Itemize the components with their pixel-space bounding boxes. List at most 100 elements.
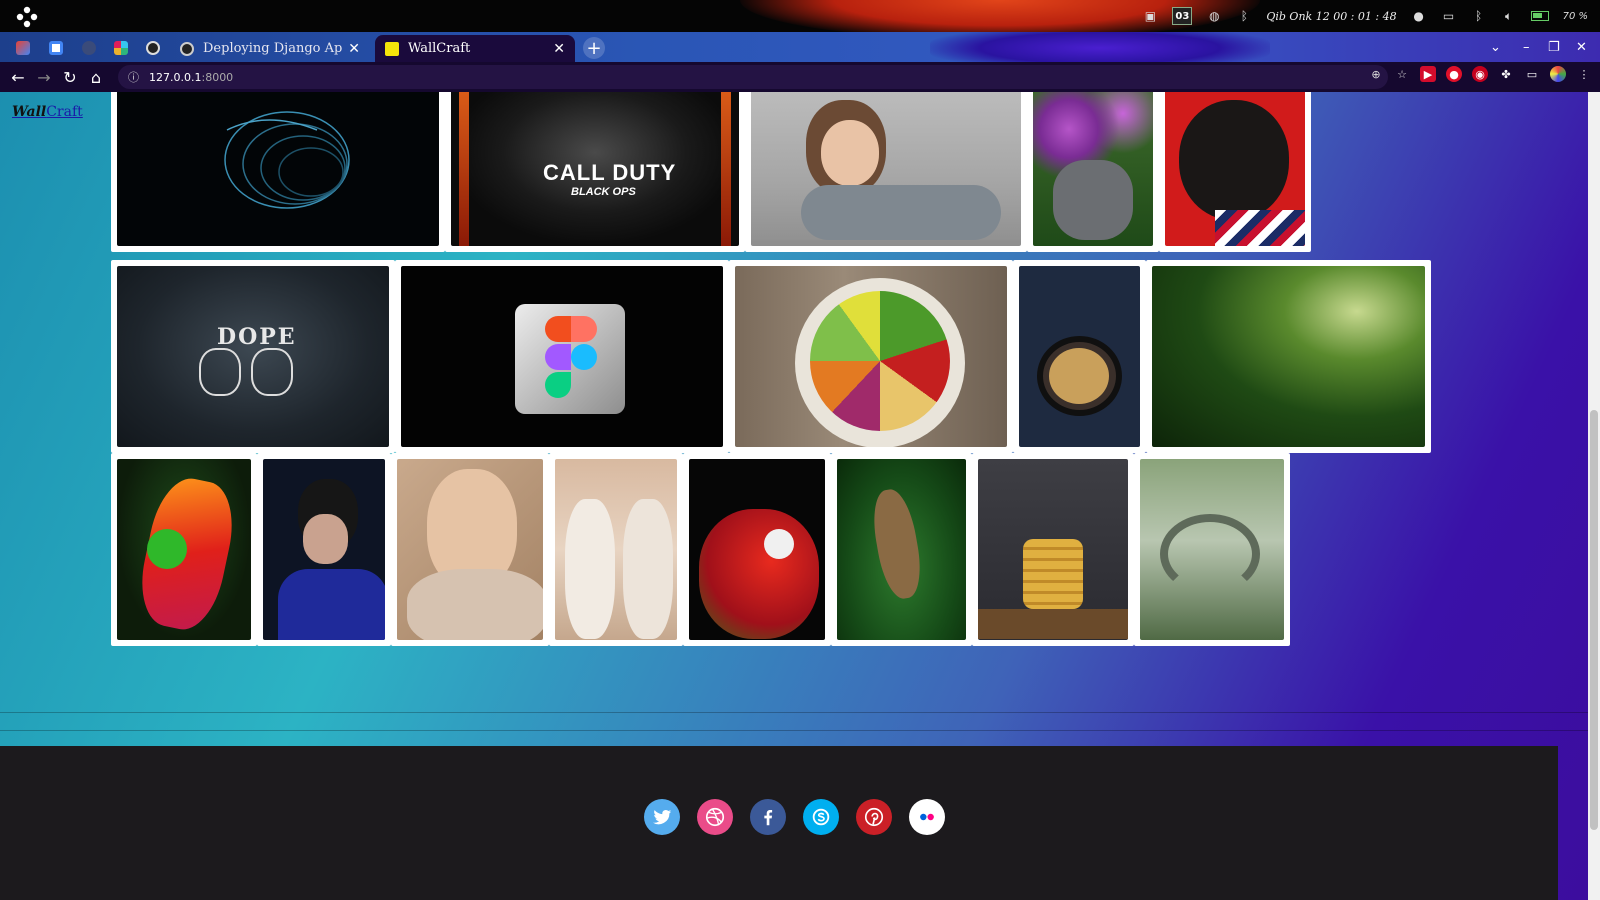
screencast-icon[interactable]: ▣ xyxy=(1142,8,1158,24)
bookmark-star-icon[interactable]: ☆ xyxy=(1394,66,1410,82)
pinterest-icon xyxy=(864,807,884,827)
tab-wallcraft[interactable]: WallCraft ✕ xyxy=(375,35,575,62)
wallpaper-blueberry-oats xyxy=(1019,266,1140,447)
back-icon[interactable]: ← xyxy=(5,64,31,90)
address-bar[interactable]: ⓘ 127.0.0.1:8000 xyxy=(118,65,1388,89)
wallpaper-card[interactable] xyxy=(972,453,1134,646)
wallpaper-card[interactable] xyxy=(1146,260,1431,453)
wallpaper-dope-hands: DOPE xyxy=(117,266,389,447)
github-icon xyxy=(146,41,160,55)
calendar-app-icon xyxy=(49,41,63,55)
extension-red-round-icon[interactable]: ● xyxy=(1446,66,1462,82)
url-host: 127.0.0.1 xyxy=(149,70,202,84)
wallpaper-card[interactable] xyxy=(257,453,391,646)
wallpaper-stone-bridge xyxy=(1140,459,1284,640)
pinned-tab-slack[interactable] xyxy=(108,37,134,59)
extension-red-circle-icon[interactable]: ◉ xyxy=(1472,66,1488,82)
os-menu-icon[interactable] xyxy=(16,6,38,28)
network-icon[interactable]: ◍ xyxy=(1206,8,1222,24)
tab-deploying-django[interactable]: Deploying Django Applicat ✕ xyxy=(170,35,370,62)
wallpaper-card[interactable] xyxy=(1134,453,1290,646)
close-window-icon[interactable]: ✕ xyxy=(1576,40,1587,55)
tab-title: Deploying Django Applicat xyxy=(203,41,343,56)
wallpaper-card[interactable] xyxy=(729,260,1013,453)
tab-search-icon[interactable]: ⌄ xyxy=(1490,40,1501,55)
wallpaper-card[interactable] xyxy=(395,260,729,453)
gallery-row xyxy=(111,453,1290,646)
facebook-icon xyxy=(764,809,773,826)
dribbble-link[interactable] xyxy=(697,799,733,835)
wallpaper-card[interactable] xyxy=(683,453,831,646)
pinterest-link[interactable] xyxy=(856,799,892,835)
cod-subtitle: BLACK OPS xyxy=(571,186,636,198)
bluetooth-icon[interactable]: ᛒ xyxy=(1236,8,1252,24)
restore-icon[interactable]: ❐ xyxy=(1548,40,1560,55)
close-tab-icon[interactable]: ✕ xyxy=(553,41,565,57)
cast-icon[interactable]: ▭ xyxy=(1524,66,1540,82)
wallpaper-card[interactable]: CALL DUTY BLACK OPS xyxy=(445,92,745,252)
pinned-tab-calendar[interactable] xyxy=(43,37,69,59)
wallpaper-card[interactable] xyxy=(1027,92,1159,252)
profile-avatar[interactable] xyxy=(1550,66,1566,82)
twitter-link[interactable] xyxy=(644,799,680,835)
wallpaper-figma-logo xyxy=(401,266,723,447)
facebook-link[interactable] xyxy=(750,799,786,835)
divider xyxy=(0,730,1588,731)
wallpaper-salad-bowl xyxy=(735,266,1007,447)
extension-red-square-icon[interactable]: ▶ xyxy=(1420,66,1436,82)
pinned-tab-generic[interactable] xyxy=(76,37,102,59)
twitter-icon xyxy=(652,809,672,825)
minimize-icon[interactable]: – xyxy=(1523,40,1530,55)
new-tab-button[interactable]: + xyxy=(583,37,605,59)
close-tab-icon[interactable]: ✕ xyxy=(348,41,360,57)
wallpaper-abstract-spiral xyxy=(117,92,439,246)
site-brand-link[interactable]: WallCraft xyxy=(12,104,83,120)
scrollbar-thumb[interactable] xyxy=(1590,410,1598,830)
dope-text: DOPE xyxy=(217,324,297,350)
zoom-icon[interactable]: ⊕ xyxy=(1368,66,1384,82)
pinned-tab-gmail[interactable] xyxy=(10,37,36,59)
wallpaper-tree-frog xyxy=(117,459,251,640)
browser-toolbar: ← → ↻ ⌂ ⓘ 127.0.0.1:8000 ⊕ ☆ ▶ ● ◉ ✤ ▭ ⋮ xyxy=(0,62,1600,92)
wallpaper-card[interactable] xyxy=(391,453,549,646)
display-icon[interactable]: ▭ xyxy=(1441,8,1457,24)
tab-title: WallCraft xyxy=(408,41,471,56)
red-light-left xyxy=(459,92,469,246)
wallpaper-call-of-duty: CALL DUTY BLACK OPS xyxy=(451,92,739,246)
wallpaper-card[interactable] xyxy=(549,453,683,646)
wallpaper-jungle-forest xyxy=(1152,266,1425,447)
globe-icon xyxy=(82,41,96,55)
wallcraft-favicon-icon xyxy=(385,41,399,56)
flickr-icon xyxy=(920,813,934,821)
wallpaper-woman-sunglasses xyxy=(263,459,385,640)
wallpaper-card[interactable] xyxy=(1159,92,1311,252)
browser-menu-icon[interactable]: ⋮ xyxy=(1576,66,1592,82)
bluetooth-status-icon[interactable]: ᛒ xyxy=(1471,8,1487,24)
skype-link[interactable] xyxy=(803,799,839,835)
clock[interactable]: Qib Onk 12 00 : 01 : 48 xyxy=(1266,10,1396,23)
notification-dot-icon[interactable]: ● xyxy=(1411,8,1427,24)
skype-icon xyxy=(812,808,830,826)
os-top-bar: ▣ 03 ◍ ᛒ Qib Onk 12 00 : 01 : 48 ● ▭ ᛒ 🔈… xyxy=(0,0,1600,32)
wallpaper-card[interactable]: DOPE xyxy=(111,260,395,453)
wallpaper-red-macaw xyxy=(689,459,825,640)
gmail-icon xyxy=(16,41,30,55)
wallpaper-lizard-leaves xyxy=(837,459,966,640)
battery-icon[interactable] xyxy=(1530,11,1549,21)
calendar-icon[interactable]: 03 xyxy=(1172,7,1193,25)
wallpaper-card[interactable] xyxy=(111,453,257,646)
site-info-icon[interactable]: ⓘ xyxy=(128,69,139,85)
extensions-puzzle-icon[interactable]: ✤ xyxy=(1498,66,1514,82)
pinned-tab-github[interactable] xyxy=(140,37,166,59)
wallpaper-card[interactable] xyxy=(1013,260,1146,453)
cod-title: CALL DUTY xyxy=(543,160,677,185)
wallpaper-card[interactable] xyxy=(111,92,445,252)
wallpaper-card[interactable] xyxy=(745,92,1027,252)
home-icon[interactable]: ⌂ xyxy=(83,64,109,90)
theme-decoration xyxy=(930,32,1270,62)
wallpaper-card[interactable] xyxy=(831,453,972,646)
reload-icon[interactable]: ↻ xyxy=(57,64,83,90)
forward-icon[interactable]: → xyxy=(31,64,57,90)
volume-icon[interactable]: 🔈︎ xyxy=(1501,8,1517,24)
flickr-link[interactable] xyxy=(909,799,945,835)
